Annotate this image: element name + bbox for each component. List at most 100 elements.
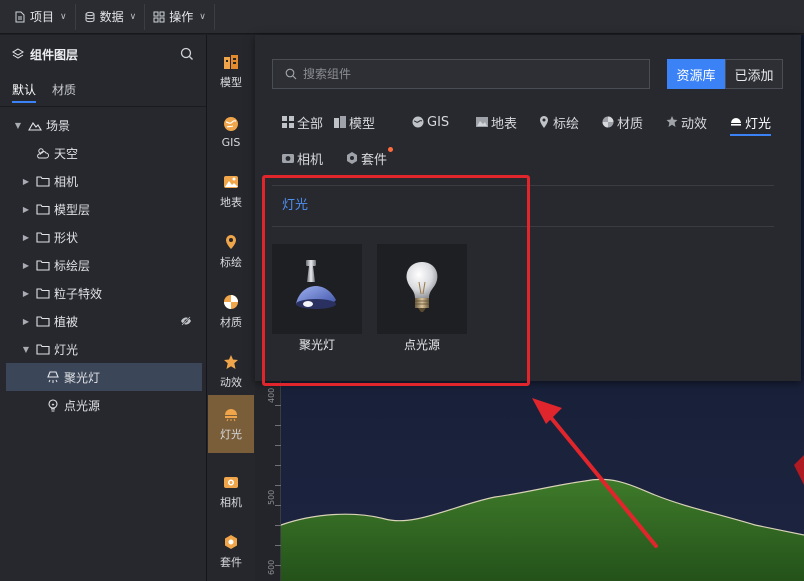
tab-all[interactable]: 全部 (282, 111, 323, 133)
strip-item-marker[interactable]: 标绘 (207, 223, 255, 281)
terrain-icon (224, 176, 238, 188)
material-icon (602, 116, 614, 128)
tab-gis[interactable]: GIS (412, 111, 449, 133)
caret-right-icon[interactable]: ▶ (20, 205, 32, 214)
notification-dot (388, 147, 394, 152)
ruler-tick (275, 485, 281, 486)
tree-node-label: 相机 (54, 174, 79, 189)
strip-item-kit[interactable]: 套件 (207, 523, 255, 581)
ruler-tick (275, 465, 281, 466)
tree-node-sky[interactable]: 天空 (0, 139, 206, 167)
tree-node-label: 天空 (54, 146, 79, 161)
tab-default[interactable]: 默认 (12, 73, 37, 107)
strip-item-label: 标绘 (220, 256, 242, 269)
tree-node-vegetation[interactable]: ▶ 植被 (0, 307, 206, 335)
tree-node-spotlight[interactable]: 聚光灯 (6, 363, 202, 391)
tree-node-label: 形状 (54, 230, 79, 245)
tab-effect[interactable]: 动效 (666, 111, 707, 133)
camera-icon (282, 154, 294, 163)
tree-node-label: 点光源 (64, 398, 101, 413)
tab-light[interactable]: 灯光 (730, 111, 772, 136)
ruler-tick (275, 565, 281, 566)
tab-label: 地表 (491, 116, 518, 132)
tab-marker[interactable]: 标绘 (538, 111, 579, 133)
ruler-tick (275, 405, 281, 406)
ruler-tick (275, 425, 281, 426)
tab-material[interactable]: 材质 (602, 111, 643, 133)
tree-node-scene[interactable]: ▼ 场景 (0, 111, 206, 139)
ruler-tick (275, 505, 281, 506)
tab-label: 材质 (617, 116, 644, 132)
tree-node-shape[interactable]: ▶ 形状 (0, 223, 206, 251)
tab-model[interactable]: 模型 (334, 111, 375, 133)
folder-icon (36, 232, 50, 243)
caret-right-icon[interactable]: ▶ (20, 177, 32, 186)
marker-icon (540, 116, 548, 128)
menu-data-label: 数据 (99, 10, 124, 24)
strip-item-terrain[interactable]: 地表 (207, 163, 255, 221)
search-icon (285, 68, 297, 80)
tab-label: 灯光 (745, 116, 772, 132)
caret-down-icon[interactable]: ▼ (12, 121, 24, 130)
strip-item-label: GIS (221, 135, 241, 149)
strip-item-effect[interactable]: 动效 (207, 343, 255, 401)
tab-terrain[interactable]: 地表 (476, 111, 517, 133)
spotlight-icon (47, 371, 59, 383)
caret-right-icon[interactable]: ▶ (20, 289, 32, 298)
strip-item-material[interactable]: 材质 (207, 283, 255, 341)
tab-label: GIS (427, 114, 450, 130)
camera-icon (224, 477, 238, 488)
tab-kit[interactable]: 套件 (346, 147, 394, 169)
tab-camera[interactable]: 相机 (282, 147, 323, 169)
light-icon (731, 118, 741, 126)
strip-item-label: 套件 (220, 556, 242, 569)
caret-down-icon[interactable]: ▼ (20, 345, 32, 354)
folder-icon (36, 204, 50, 215)
strip-item-label: 材质 (220, 316, 242, 329)
ruler-label: 600 (267, 559, 276, 575)
menu-project[interactable]: 项目 ∨ (6, 3, 76, 30)
tree-node-lights[interactable]: ▼ 灯光 (0, 335, 206, 363)
menu-operate[interactable]: 操作 ∨ (145, 3, 215, 30)
strip-item-camera[interactable]: 相机 (207, 463, 255, 521)
effect-icon (224, 355, 238, 369)
tree-node-model-layer[interactable]: ▶ 模型层 (0, 195, 206, 223)
effect-icon (666, 116, 678, 127)
tree-node-label: 植被 (54, 314, 79, 329)
all-icon (282, 116, 294, 128)
gis-icon (224, 116, 238, 131)
menu-data[interactable]: 数据 ∨ (76, 3, 146, 30)
ruler-tick (275, 445, 281, 446)
model-icon (224, 55, 238, 69)
strip-item-label: 相机 (220, 496, 242, 509)
ruler-label: 500 (267, 489, 276, 505)
strip-item-label: 动效 (220, 376, 242, 389)
tab-label: 相机 (297, 152, 324, 168)
caret-right-icon[interactable]: ▶ (20, 233, 32, 242)
tree-node-camera[interactable]: ▶ 相机 (0, 167, 206, 195)
tree-node-point-light[interactable]: 点光源 (0, 391, 206, 419)
menu-project-label: 项目 (30, 10, 55, 24)
chevron-down-icon: ∨ (199, 11, 206, 22)
added-button[interactable]: 已添加 (725, 59, 783, 89)
panel-title: 组件图层 (12, 46, 78, 63)
strip-item-model[interactable]: 模型 (207, 43, 255, 101)
kit-icon (225, 535, 237, 549)
tree-node-plot-layer[interactable]: ▶ 标绘层 (0, 251, 206, 279)
search-icon[interactable] (180, 47, 194, 61)
strip-item-label: 灯光 (220, 428, 242, 441)
caret-right-icon[interactable]: ▶ (20, 317, 32, 326)
file-icon (15, 11, 25, 22)
tab-material[interactable]: 材质 (52, 73, 76, 107)
search-box[interactable] (272, 59, 650, 89)
search-input[interactable] (303, 67, 633, 81)
strip-item-light[interactable]: 灯光 (208, 395, 254, 453)
resource-library-button[interactable]: 资源库 (667, 59, 725, 89)
model-icon (334, 116, 346, 128)
tab-label: 套件 (361, 152, 388, 168)
marker-icon (226, 235, 236, 249)
eye-hidden-icon[interactable] (180, 315, 192, 327)
caret-right-icon[interactable]: ▶ (20, 261, 32, 270)
strip-item-gis[interactable]: GIS (207, 103, 255, 161)
tree-node-particles[interactable]: ▶ 粒子特效 (0, 279, 206, 307)
